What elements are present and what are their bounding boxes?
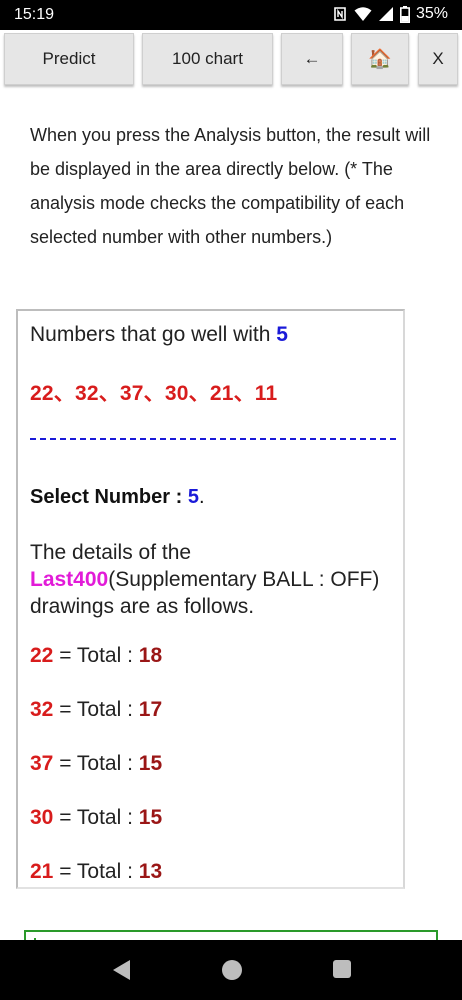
row-total-label: = Total : [53,860,139,883]
navigation-bar [0,940,462,1000]
select-number-value: 5 [187,486,199,508]
home-button[interactable]: 🏠 [351,33,409,85]
row-total-label: = Total : [53,752,139,775]
row-total-value: 15 [138,752,163,775]
total-row: 37 = Total : 15 [30,752,162,776]
nav-home-icon[interactable] [222,960,242,980]
details-highlight: Last400 [30,568,109,591]
compatibility-title-number: 5 [276,323,288,346]
row-number: 37 [30,752,54,775]
total-row: 21 = Total : 13 [30,860,162,884]
signal-icon [378,7,393,21]
select-number-label: Select Number : [30,486,188,508]
details-text: The details of the Last400(Supplementary… [30,539,390,620]
battery-percent: 35% [415,5,448,22]
total-row: 30 = Total : 15 [30,806,162,830]
analysis-result-panel: Numbers that go well with 5 22、32、37、30、… [16,309,405,889]
status-time: 15:19 [14,6,55,23]
row-total-label: = Total : [53,806,139,829]
row-number: 30 [30,806,54,829]
row-total-label: = Total : [53,644,139,667]
row-total-value: 17 [138,698,163,721]
row-number: 21 [30,860,54,883]
row-total-value: 18 [138,644,163,667]
status-icons: 35% [332,5,448,23]
selected-number-line: Select Number : 5. [30,486,205,509]
total-row: 32 = Total : 17 [30,698,162,722]
row-total-value: 15 [138,806,163,829]
wifi-icon [354,7,372,21]
row-total-value: 13 [138,860,163,883]
predict-button[interactable]: Predict [4,33,134,85]
nav-recent-icon[interactable] [333,960,351,978]
nfc-icon [334,7,346,21]
details-prefix: The details of the [30,541,192,564]
row-total-label: = Total : [53,698,139,721]
dashed-divider [30,438,396,440]
compatibility-title-label: Numbers that go well with [30,323,277,346]
battery-icon [399,5,410,23]
100-chart-button[interactable]: 100 chart [142,33,273,85]
close-button[interactable]: X [418,33,458,85]
total-row: 22 = Total : 18 [30,644,162,668]
toolbar: Predict 100 chart ← 🏠 X [0,30,462,90]
select-number-suffix: . [198,486,205,508]
status-bar: 15:19 35% [0,0,462,30]
compatible-numbers: 22、32、37、30、21、11 [30,382,278,405]
row-number: 32 [30,698,54,721]
back-arrow-button[interactable]: ← [281,33,343,85]
row-number: 22 [30,644,54,667]
nav-back-icon[interactable] [110,958,132,982]
compatibility-title: Numbers that go well with 5 [30,323,288,347]
intro-text: When you press the Analysis button, the … [30,125,431,247]
